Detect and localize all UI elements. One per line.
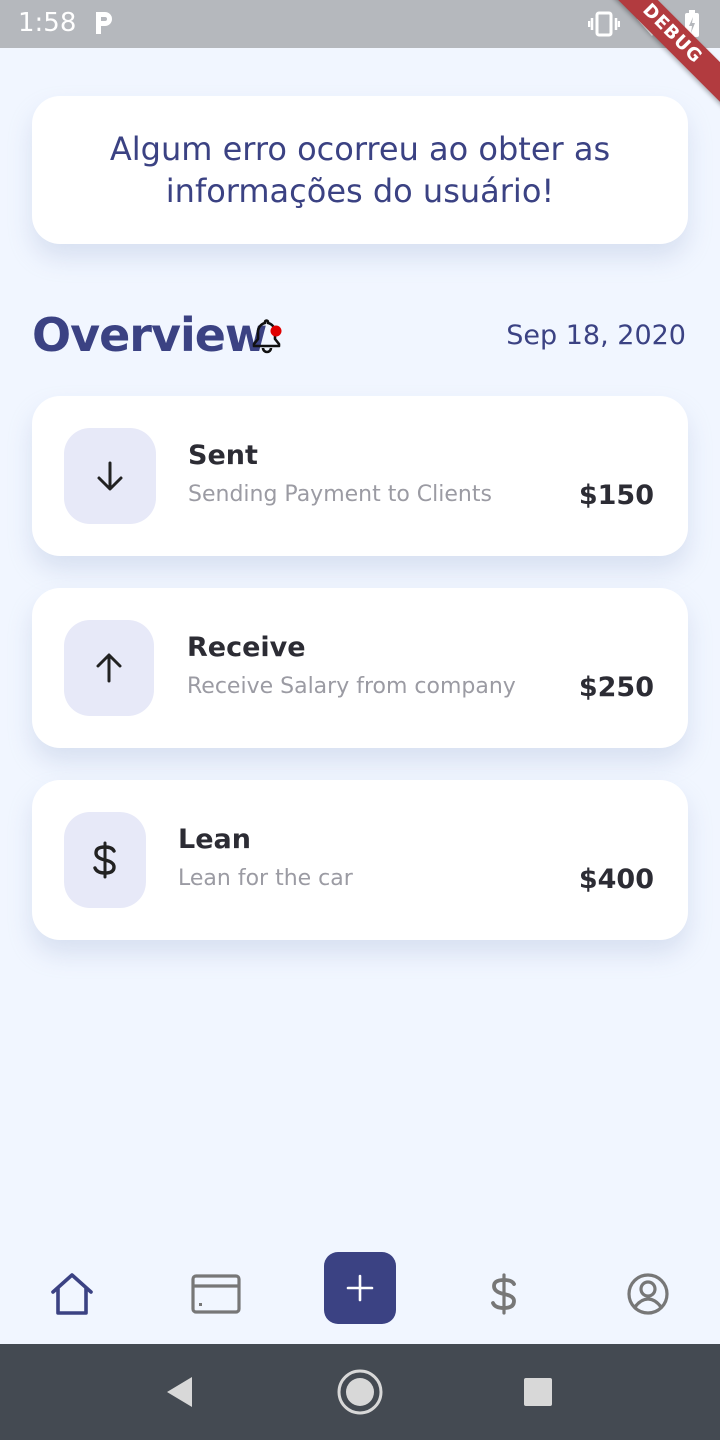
back-button[interactable] [156, 1368, 204, 1416]
transaction-amount: $150 [578, 480, 654, 511]
transaction-subtitle: Receive Salary from company [187, 674, 516, 699]
home-button[interactable] [336, 1368, 384, 1416]
back-icon [167, 1377, 192, 1407]
overview-date: Sep 18, 2020 [506, 320, 686, 351]
nav-cards[interactable] [188, 1266, 244, 1322]
arrow-down-icon [97, 461, 123, 491]
error-card: Algum erro ocorreu ao obter as informaçõ… [32, 96, 688, 244]
transaction-card-lean[interactable]: Lean Lean for the car $400 [32, 780, 688, 940]
transaction-subtitle: Sending Payment to Clients [188, 482, 492, 507]
error-message: Algum erro ocorreu ao obter as informaçõ… [109, 130, 611, 210]
transaction-subtitle: Lean for the car [178, 866, 353, 891]
vibrate-icon [588, 11, 620, 37]
nav-payments[interactable] [476, 1266, 532, 1322]
transaction-title: Receive [187, 632, 306, 663]
overview-title: Overview [32, 308, 267, 362]
nav-home[interactable] [44, 1266, 100, 1322]
status-bar: 1:58 [0, 0, 720, 48]
transaction-title: Sent [188, 440, 258, 471]
profile-icon [627, 1273, 669, 1315]
transaction-icon-box [64, 428, 156, 524]
dollar-icon [93, 841, 116, 879]
notification-dot [270, 325, 282, 337]
bottom-navigation [0, 1244, 720, 1344]
transaction-icon-box [64, 620, 154, 716]
home-icon [51, 1273, 93, 1315]
transaction-amount: $250 [578, 672, 654, 703]
nav-profile[interactable] [620, 1266, 676, 1322]
recents-button[interactable] [514, 1368, 562, 1416]
bell-icon[interactable] [250, 318, 284, 354]
dollar-icon [491, 1273, 516, 1315]
add-button[interactable] [324, 1252, 396, 1324]
recents-icon [524, 1378, 552, 1406]
parking-notification-icon [96, 12, 112, 34]
status-time: 1:58 [18, 8, 77, 38]
home-circle-icon [337, 1369, 383, 1415]
card-icon [191, 1274, 241, 1314]
transaction-card-sent[interactable]: Sent Sending Payment to Clients $150 [32, 396, 688, 556]
transaction-card-receive[interactable]: Receive Receive Salary from company $250 [32, 588, 688, 748]
system-navigation-bar [0, 1344, 720, 1440]
transaction-icon-box [64, 812, 146, 908]
transaction-amount: $400 [578, 864, 654, 895]
add-icon [346, 1274, 374, 1302]
transaction-title: Lean [178, 824, 251, 855]
arrow-up-icon [96, 653, 122, 683]
